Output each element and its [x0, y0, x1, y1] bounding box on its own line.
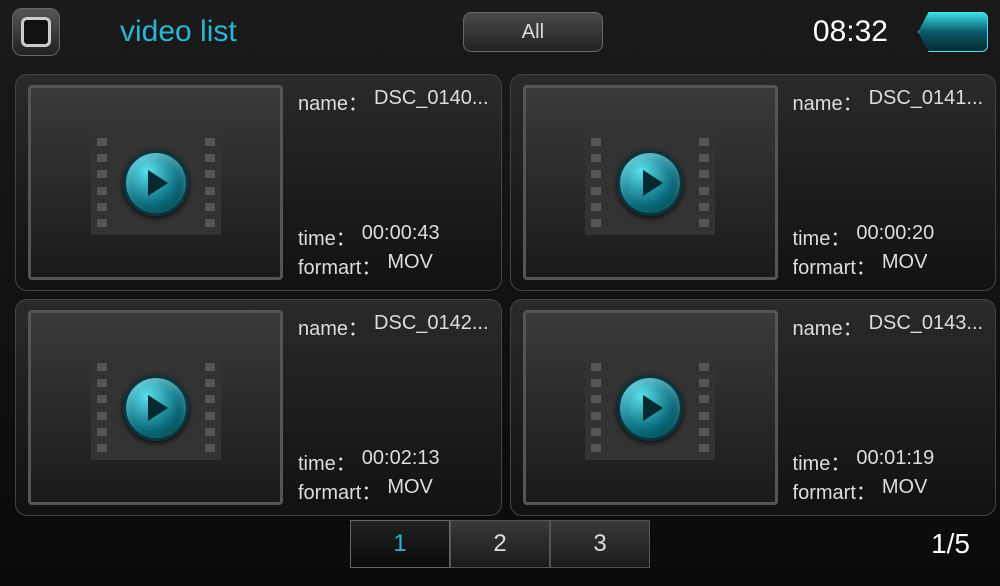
film-icon	[585, 355, 715, 460]
video-time-label: time：	[793, 222, 851, 251]
video-name-value: DSC_0141...	[869, 87, 984, 116]
video-format-label: formart：	[298, 476, 381, 505]
page-button-2[interactable]: 2	[450, 520, 550, 568]
page-count: 1/5	[931, 528, 970, 560]
video-format-label: formart：	[793, 476, 876, 505]
video-name-label: name：	[793, 312, 863, 341]
video-format-label: formart：	[793, 251, 876, 280]
clock: 08:32	[813, 15, 888, 49]
video-time-value: 00:00:20	[856, 222, 934, 251]
video-meta: name：DSC_0140... time：00:00:43formart：MOV	[298, 85, 489, 280]
video-card[interactable]: name：DSC_0141... time：00:00:20formart：MOV	[510, 74, 997, 291]
page-button-3[interactable]: 3	[550, 520, 650, 568]
back-button[interactable]	[918, 12, 988, 52]
video-card[interactable]: name：DSC_0142... time：00:02:13formart：MOV	[15, 299, 502, 516]
page-title: video list	[120, 15, 237, 49]
video-format-value: MOV	[387, 251, 433, 280]
video-name-value: DSC_0140...	[374, 87, 489, 116]
film-icon	[91, 355, 221, 460]
video-time-label: time：	[298, 222, 356, 251]
video-name-value: DSC_0143...	[869, 312, 984, 341]
play-icon	[617, 375, 683, 441]
video-grid: name：DSC_0140...time：00:00:43formart：MOV…	[0, 64, 1000, 514]
video-card[interactable]: name：DSC_0140... time：00:00:43formart：MOV	[15, 74, 502, 291]
video-thumbnail	[28, 85, 283, 280]
video-meta: name：DSC_0141... time：00:00:20formart：MOV	[793, 85, 984, 280]
video-name-label: name：	[793, 87, 863, 116]
video-time-label: time：	[793, 447, 851, 476]
video-time-value: 00:01:19	[856, 447, 934, 476]
play-icon	[123, 150, 189, 216]
page-button-1[interactable]: 1	[350, 520, 450, 568]
video-format-value: MOV	[387, 476, 433, 505]
video-name-label: name：	[298, 312, 368, 341]
film-icon	[585, 130, 715, 235]
video-time-value: 00:00:43	[362, 222, 440, 251]
video-meta: name：DSC_0143... time：00:01:19formart：MOV	[793, 310, 984, 505]
filter-all-button[interactable]: All	[463, 12, 603, 52]
pager: 123 1/5	[0, 514, 1000, 574]
video-thumbnail	[523, 310, 778, 505]
header: video list All 08:32	[0, 0, 1000, 64]
play-icon	[123, 375, 189, 441]
video-name-value: DSC_0142...	[374, 312, 489, 341]
video-time-value: 00:02:13	[362, 447, 440, 476]
video-meta: name：DSC_0142... time：00:02:13formart：MOV	[298, 310, 489, 505]
video-format-value: MOV	[882, 251, 928, 280]
video-format-label: formart：	[298, 251, 381, 280]
video-time-label: time：	[298, 447, 356, 476]
film-icon	[91, 130, 221, 235]
video-format-value: MOV	[882, 476, 928, 505]
video-name-label: name：	[298, 87, 368, 116]
video-thumbnail	[28, 310, 283, 505]
video-thumbnail	[523, 85, 778, 280]
video-card[interactable]: name：DSC_0143... time：00:01:19formart：MOV	[510, 299, 997, 516]
play-icon	[617, 150, 683, 216]
home-button[interactable]	[12, 8, 60, 56]
